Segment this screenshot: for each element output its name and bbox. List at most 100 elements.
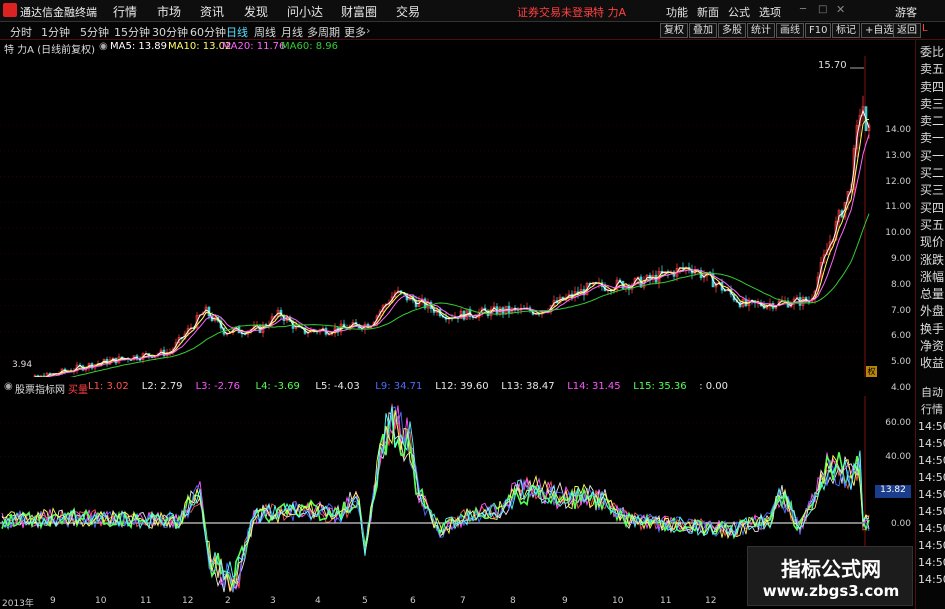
tab-60min[interactable]: 60分钟 — [190, 24, 226, 40]
quote-label: 买一 — [919, 148, 944, 163]
price-tick: 14.00 — [885, 125, 911, 135]
tick-label: 14:50 — [918, 420, 945, 433]
indicator-line — [1, 411, 870, 593]
maximize-icon[interactable]: □ — [818, 4, 827, 15]
menu-item-discover[interactable]: 发现 — [244, 3, 268, 20]
login-status[interactable]: 证券交易未登录 — [517, 4, 594, 20]
tab-more[interactable]: 更多 — [344, 24, 366, 40]
price-chart[interactable] — [0, 56, 915, 377]
quote-label: 换手 — [919, 321, 944, 336]
tick-label: 14:50 — [918, 522, 945, 535]
tick-label: 14:50 — [918, 471, 945, 484]
app-logo-icon — [3, 3, 17, 17]
overlay-button[interactable]: 叠加 — [689, 23, 717, 38]
date-tick: 2 — [225, 596, 231, 606]
rights-marker-icon[interactable]: 权 — [866, 366, 877, 377]
multi-stock-button[interactable]: 多股 — [718, 23, 746, 38]
menu-item-quotes[interactable]: 行情 — [113, 3, 137, 20]
chevron-right-icon[interactable]: › — [366, 24, 370, 37]
quote-panel: 委比 卖五 卖四 卖三 卖二 卖一 买一 买二 买三 买四 买五 现价 涨跌 涨幅 总量 外盘 换手 净资 收益 — [915, 40, 945, 380]
tab-5min[interactable]: 5分钟 — [80, 24, 109, 40]
mark-button[interactable]: 标记 — [832, 23, 860, 38]
menu-item-market[interactable]: 市场 — [157, 3, 181, 20]
tab-weekly[interactable]: 周线 — [254, 24, 276, 40]
menu-item-options[interactable]: 选项 — [759, 4, 781, 20]
back-button[interactable]: 返回 — [893, 23, 921, 38]
indicator-value-7: L12: 39.60 — [435, 381, 489, 392]
tick-label: 14:50 — [918, 505, 945, 518]
indicator-value-11: : 0.00 — [699, 381, 729, 392]
tab-monthly[interactable]: 月线 — [281, 24, 303, 40]
indicator-value-9: L14: 31.45 — [567, 381, 621, 392]
date-tick: 8 — [510, 596, 516, 606]
date-tick: 4 — [315, 596, 321, 606]
quote-label: 买五 — [919, 217, 944, 232]
app-title: 通达信金融终端 — [20, 6, 97, 19]
close-icon[interactable]: ✕ — [836, 3, 845, 16]
menu-item-function[interactable]: 功能 — [666, 4, 688, 20]
indicator-title: 股票指标网 — [15, 385, 65, 396]
settings-icon[interactable]: ◉ — [99, 41, 108, 52]
high-price-label: 15.70 — [818, 60, 847, 71]
price-tick: 12.00 — [885, 176, 911, 187]
minimize-icon[interactable]: ─ — [800, 4, 806, 15]
indicator-value-10: L15: 35.36 — [633, 381, 687, 392]
price-tick: 6.00 — [890, 331, 911, 342]
indicator-value-2: L2: 2.79 — [141, 381, 183, 392]
chart-title: 特 力A (日线前复权) — [4, 45, 96, 56]
quote-label: 卖五 — [919, 62, 944, 77]
tick-panel: 自动行情 14:50 14:50 14:50 14:50 14:50 14:50 14:50 1… — [915, 380, 945, 609]
indicator-value-3: L3: -2.76 — [195, 381, 240, 392]
f10-button[interactable]: F10 — [805, 23, 832, 38]
ma60-value: MA60: 8.96 — [281, 41, 339, 52]
tick-label: 行情 — [921, 403, 943, 416]
quote-label: 收益 — [919, 356, 944, 371]
quote-label: 卖一 — [919, 131, 944, 146]
low-price-label: 3.94 — [12, 360, 33, 370]
menu-item-newpage[interactable]: 新面 — [697, 4, 719, 20]
date-tick: 10 — [95, 596, 107, 606]
indicator-tick: 60.00 — [885, 418, 911, 428]
statistics-button[interactable]: 统计 — [747, 23, 775, 38]
menu-item-trade[interactable]: 交易 — [396, 3, 420, 20]
date-tick: 2013年 — [2, 599, 34, 609]
quote-label: 买四 — [919, 200, 944, 215]
price-tick: 5.00 — [890, 357, 911, 368]
menu-bar: 通达信金融终端 行情 市场 资讯 发现 问小达 财富圈 交易 证券交易未登录 特… — [0, 0, 945, 22]
tab-multi-period[interactable]: 多周期 — [307, 24, 340, 40]
quote-label: 买三 — [919, 183, 944, 198]
menu-item-ask[interactable]: 问小达 — [287, 3, 323, 20]
price-tick: 11.00 — [885, 202, 911, 213]
tick-label: 自动 — [921, 386, 943, 399]
quote-label: 卖二 — [919, 114, 944, 129]
menu-item-wealth[interactable]: 财富圈 — [341, 3, 377, 20]
tab-15min[interactable]: 15分钟 — [114, 24, 150, 40]
indicator-line — [1, 403, 870, 594]
tab-1min[interactable]: 1分钟 — [41, 24, 70, 40]
quote-label: 净资 — [919, 339, 944, 354]
indicator-line — [1, 405, 870, 580]
quote-label: 涨跌 — [919, 252, 944, 267]
settings-icon[interactable]: ◉ — [4, 381, 13, 392]
menu-item-news[interactable]: 资讯 — [200, 3, 224, 20]
menu-item-formula[interactable]: 公式 — [728, 4, 750, 20]
guest-label[interactable]: 游客 — [895, 4, 917, 20]
tab-timeshare[interactable]: 分时 — [10, 24, 32, 40]
quote-label: 买二 — [919, 166, 944, 181]
ma20-value: MA20: 11.76 — [222, 41, 286, 52]
period-toolbar: 分时 1分钟 5分钟 15分钟 30分钟 60分钟 日线 周线 月线 多周期 更… — [0, 22, 945, 40]
tab-30min[interactable]: 30分钟 — [152, 24, 188, 40]
quote-label: 委比 — [919, 45, 944, 59]
indicator-value-8: L13: 38.47 — [501, 381, 555, 392]
date-tick: 12 — [182, 596, 194, 606]
tab-daily[interactable]: 日线 — [226, 24, 248, 40]
indicator-tick: 40.00 — [885, 451, 911, 462]
add-watchlist-button[interactable]: +自选 — [861, 23, 898, 38]
quote-label: 外盘 — [919, 304, 944, 319]
price-tick: 8.00 — [890, 279, 911, 290]
restore-right-button[interactable]: 复权 — [660, 23, 688, 38]
indicator-value-6: L9: 34.71 — [375, 381, 423, 392]
draw-line-button[interactable]: 画线 — [776, 23, 804, 38]
watermark-box: 指标公式网 www.zbgs3.com — [747, 546, 913, 606]
tick-label: 14:50 — [918, 437, 945, 450]
